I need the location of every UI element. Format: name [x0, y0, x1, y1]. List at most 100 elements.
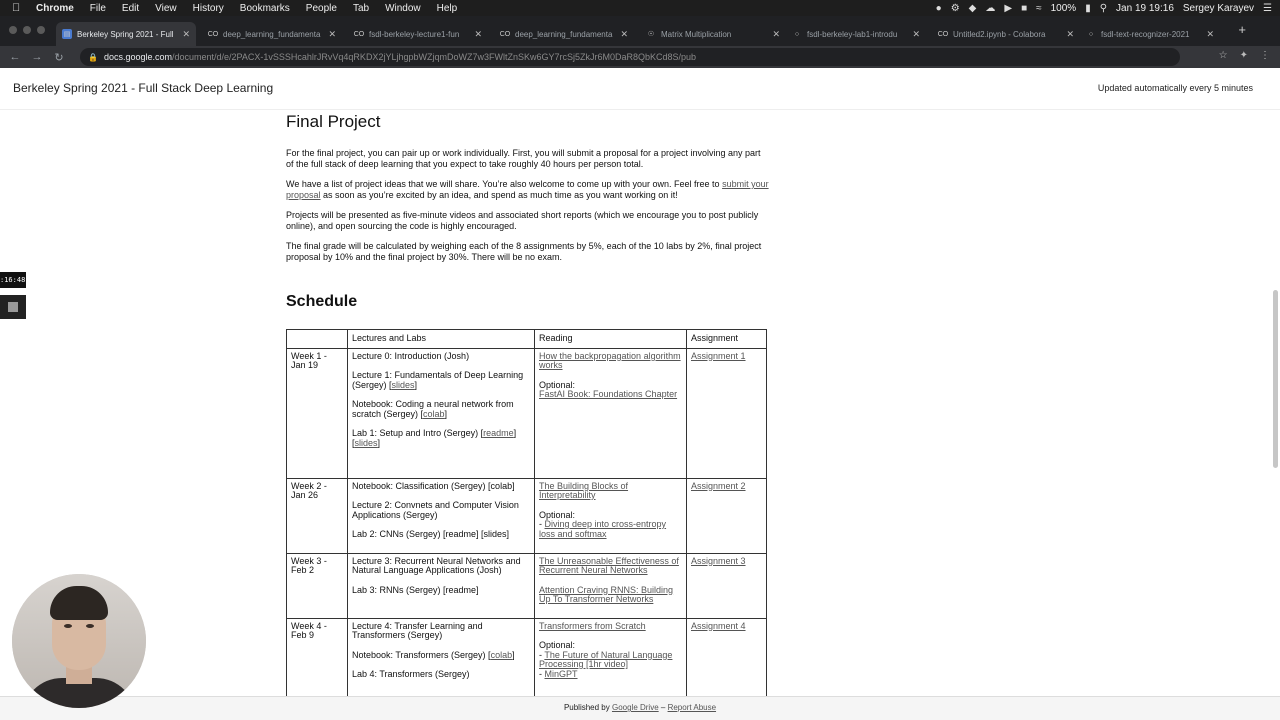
table-header-row: Lectures and Labs Reading Assignment	[286, 329, 767, 349]
play-icon[interactable]: ▶	[1004, 3, 1012, 14]
browser-toolbar: ← → ↻ 🔒 docs.google.com /document/d/e/2P…	[0, 46, 1280, 68]
extensions-icon[interactable]: ✦	[1240, 50, 1248, 61]
paragraph: The final grade will be calculated by we…	[286, 241, 762, 262]
lectures-cell: Lecture 4: Transfer Learning and Transfo…	[347, 617, 535, 696]
tab-deep-learning-1[interactable]: CO deep_learning_fundamenta ✕	[202, 22, 342, 46]
slides-link[interactable]: slides	[392, 380, 415, 390]
menu-window[interactable]: Window	[385, 3, 421, 14]
back-arrow-icon[interactable]: ←	[4, 51, 26, 63]
battery-icon[interactable]: ▮	[1085, 3, 1091, 14]
user-name[interactable]: Sergey Karayev	[1183, 3, 1254, 14]
reading-link[interactable]: The Future of Natural Language Processin…	[539, 650, 672, 670]
search-icon[interactable]: ⚲	[1100, 3, 1107, 14]
final-project-heading: Final Project	[286, 112, 381, 131]
minimize-window-button[interactable]	[23, 26, 31, 34]
week-cell: Week 4 - Feb 9	[286, 617, 348, 696]
tab-lab1[interactable]: ○ fsdl-berkeley-lab1-introdu ✕	[786, 22, 926, 46]
star-icon[interactable]: ☆	[1219, 50, 1228, 61]
report-abuse-link[interactable]: Report Abuse	[668, 703, 716, 712]
menu-file[interactable]: File	[90, 3, 106, 14]
colab-icon: CO	[353, 30, 365, 38]
tab-berkeley-doc[interactable]: ▤ Berkeley Spring 2021 - Full ✕	[56, 22, 196, 46]
menu-view[interactable]: View	[155, 3, 177, 14]
kebab-menu-icon[interactable]: ⋮	[1260, 50, 1270, 61]
slides-link[interactable]: slides	[355, 438, 378, 448]
menu-list-icon[interactable]: ☰	[1263, 3, 1272, 14]
tab-text-recognizer[interactable]: ○ fsdl-text-recognizer-2021 ✕	[1080, 22, 1220, 46]
table-row: Week 1 - Jan 19 Lecture 0: Introduction …	[286, 347, 767, 479]
menu-help[interactable]: Help	[437, 3, 458, 14]
close-tab-icon[interactable]: ✕	[912, 29, 920, 40]
reading-link[interactable]: The Unreasonable Effectiveness of Recurr…	[539, 556, 679, 576]
column-header	[286, 329, 348, 349]
wifi-icon[interactable]: ≈	[1036, 3, 1042, 14]
tab-matrix-multiplication[interactable]: ☉ Matrix Multiplication ✕	[640, 22, 786, 46]
reload-icon[interactable]: ↻	[48, 51, 70, 64]
menu-bookmarks[interactable]: Bookmarks	[240, 3, 290, 14]
colab-link[interactable]: colab	[423, 409, 445, 419]
lectures-cell: Lecture 0: Introduction (Josh) Lecture 1…	[347, 347, 535, 479]
reading-link[interactable]: Diving deep into cross-entropy loss and …	[539, 519, 666, 539]
assignment-link[interactable]: Assignment 1	[691, 351, 746, 361]
reading-link[interactable]: Attention Craving RNNS: Building Up To T…	[539, 585, 673, 605]
assignment-link[interactable]: Assignment 4	[691, 621, 746, 631]
paragraph: We have a list of project ideas that we …	[286, 179, 769, 200]
close-tab-icon[interactable]: ✕	[182, 29, 190, 40]
assignment-cell: Assignment 1	[686, 347, 767, 479]
colab-icon: CO	[937, 30, 949, 38]
scrollbar[interactable]	[1273, 290, 1278, 468]
assignment-cell: Assignment 3	[686, 552, 767, 619]
column-header: Assignment	[686, 329, 767, 349]
status-area: ● ⚙ ◆ ☁ ▶ ■ ≈ 100% ▮ ⚲ Jan 19 19:16 Serg…	[936, 0, 1272, 16]
apple-icon[interactable]: 	[12, 2, 30, 14]
reading-link[interactable]: Transformers from Scratch	[539, 621, 646, 631]
close-tab-icon[interactable]: ✕	[1206, 29, 1214, 40]
macos-menu-bar:  Chrome File Edit View History Bookmark…	[0, 0, 1280, 16]
menu-history[interactable]: History	[193, 3, 224, 14]
reading-link[interactable]: The Building Blocks of Interpretability	[539, 481, 628, 501]
reading-link[interactable]: FastAI Book: Foundations Chapter	[539, 389, 677, 399]
colab-icon: CO	[207, 30, 219, 38]
assignment-link[interactable]: Assignment 2	[691, 481, 746, 491]
close-tab-icon[interactable]: ✕	[474, 29, 482, 40]
reading-link[interactable]: MinGPT	[545, 669, 578, 679]
assignment-cell: Assignment 2	[686, 477, 767, 554]
menu-tab[interactable]: Tab	[353, 3, 369, 14]
menu-people[interactable]: People	[306, 3, 337, 14]
clock[interactable]: Jan 19 19:16	[1116, 3, 1174, 14]
tab-deep-learning-2[interactable]: CO deep_learning_fundamenta ✕	[494, 22, 634, 46]
document-body: Final Project For the final project, you…	[286, 110, 770, 696]
tab-lecture1[interactable]: CO fsdl-berkeley-lecture1-fun ✕	[348, 22, 488, 46]
close-tab-icon[interactable]: ✕	[772, 29, 780, 40]
tab-strip: ▤ Berkeley Spring 2021 - Full ✕ CO deep_…	[0, 16, 1280, 46]
update-note: Updated automatically every 5 minutes	[1097, 83, 1253, 93]
zoom-window-button[interactable]	[37, 26, 45, 34]
close-tab-icon[interactable]: ✕	[1066, 29, 1074, 40]
new-tab-button[interactable]: +	[1238, 22, 1246, 37]
reading-cell: How the backpropagation algorithm works …	[534, 347, 687, 479]
dropbox-icon[interactable]: ◆	[969, 3, 977, 14]
reading-link[interactable]: How the backpropagation algorithm works	[539, 351, 681, 371]
github-icon: ○	[794, 30, 800, 38]
shield-icon[interactable]: ■	[1021, 3, 1027, 14]
close-tab-icon[interactable]: ✕	[328, 29, 336, 40]
close-window-button[interactable]	[9, 26, 17, 34]
menu-app-chrome[interactable]: Chrome	[36, 3, 74, 14]
forward-arrow-icon[interactable]: →	[26, 51, 48, 63]
address-bar[interactable]: 🔒 docs.google.com /document/d/e/2PACX-1v…	[80, 48, 1180, 66]
assignment-link[interactable]: Assignment 3	[691, 556, 746, 566]
doc-footer: Published by Google Drive – Report Abuse	[0, 696, 1280, 720]
lock-icon[interactable]: 🔒	[88, 53, 98, 62]
record-icon[interactable]: ●	[936, 3, 942, 14]
google-drive-link[interactable]: Google Drive	[612, 703, 659, 712]
schedule-table: Lectures and Labs Reading Assignment Wee…	[286, 329, 767, 696]
tab-untitled2[interactable]: CO Untitled2.ipynb - Colabora ✕	[932, 22, 1080, 46]
gear-icon[interactable]: ⚙	[951, 3, 960, 14]
colab-link[interactable]: colab	[491, 650, 513, 660]
cloud-icon[interactable]: ☁	[985, 3, 995, 14]
menu-edit[interactable]: Edit	[122, 3, 139, 14]
close-tab-icon[interactable]: ✕	[620, 29, 628, 40]
stop-recording-button[interactable]	[0, 295, 26, 319]
readme-link[interactable]: readme	[483, 428, 514, 438]
week-cell: Week 2 - Jan 26	[286, 477, 348, 554]
